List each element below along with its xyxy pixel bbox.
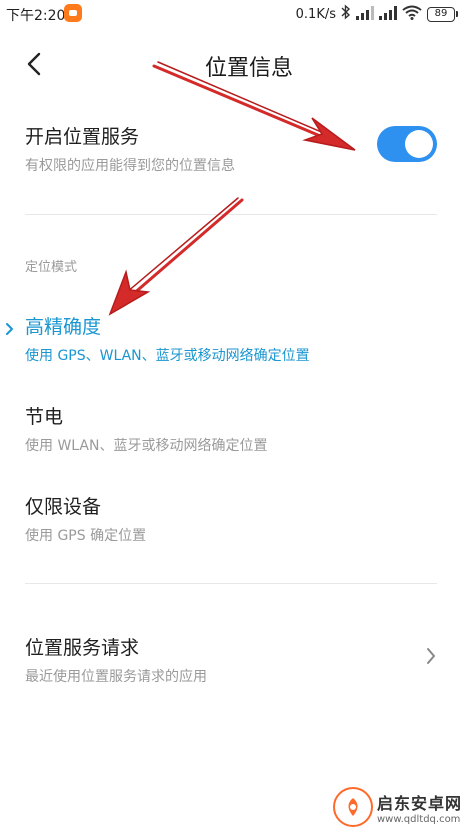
status-time: 下午2:20 — [6, 8, 66, 24]
app-notification-icon — [64, 4, 82, 22]
mode-subtitle: 使用 GPS 确定位置 — [25, 528, 147, 544]
location-service-title: 开启位置服务 — [25, 126, 140, 148]
location-service-row[interactable]: 开启位置服务 有权限的应用能得到您的位置信息 — [0, 108, 466, 188]
location-requests-row[interactable]: 位置服务请求 最近使用位置服务请求的应用 — [0, 625, 466, 701]
toggle-knob — [405, 130, 433, 158]
mode-subtitle: 使用 WLAN、蓝牙或移动网络确定位置 — [25, 438, 268, 454]
divider — [25, 583, 437, 584]
mode-item-high-accuracy[interactable]: 高精确度 使用 GPS、WLAN、蓝牙或移动网络确定位置 — [0, 304, 466, 376]
network-speed: 0.1K/s — [295, 6, 336, 22]
mode-item-battery-saving[interactable]: 节电 使用 WLAN、蓝牙或移动网络确定位置 — [0, 394, 466, 466]
mode-subtitle: 使用 GPS、WLAN、蓝牙或移动网络确定位置 — [25, 348, 310, 364]
battery-level: 89 — [427, 6, 455, 22]
location-service-subtitle: 有权限的应用能得到您的位置信息 — [25, 158, 235, 174]
section-label-mode: 定位模式 — [25, 260, 78, 275]
mode-title: 仅限设备 — [25, 496, 102, 518]
signal-icon — [356, 5, 374, 24]
mode-item-device-only[interactable]: 仅限设备 使用 GPS 确定位置 — [0, 484, 466, 556]
page-title: 位置信息 — [204, 56, 293, 81]
status-indicators: 0.1K/s 89 — [296, 4, 458, 24]
watermark-logo-icon — [333, 787, 373, 827]
watermark-name: 启东安卓网 — [377, 793, 463, 813]
watermark-url: www.qdltdq.com — [377, 813, 461, 825]
requests-subtitle: 最近使用位置服务请求的应用 — [25, 669, 207, 685]
annotation-arrow-to-high-accuracy — [108, 197, 244, 316]
requests-title: 位置服务请求 — [25, 637, 140, 659]
status-bar: 下午2:20 0.1K/s 89 — [0, 0, 466, 28]
wifi-icon — [402, 5, 422, 24]
mode-title: 节电 — [25, 406, 64, 428]
bluetooth-icon — [341, 4, 351, 24]
watermark: 启东安卓网 www.qdltdq.com — [333, 784, 463, 830]
chevron-right-icon — [425, 647, 437, 669]
mode-title: 高精确度 — [25, 316, 102, 338]
chevron-right-indicator-icon — [5, 321, 15, 340]
divider — [25, 214, 437, 215]
nav-bar: 位置信息 — [0, 30, 466, 100]
location-service-toggle[interactable] — [377, 126, 437, 162]
signal-icon-2 — [379, 5, 397, 24]
battery-icon: 89 — [427, 6, 458, 22]
